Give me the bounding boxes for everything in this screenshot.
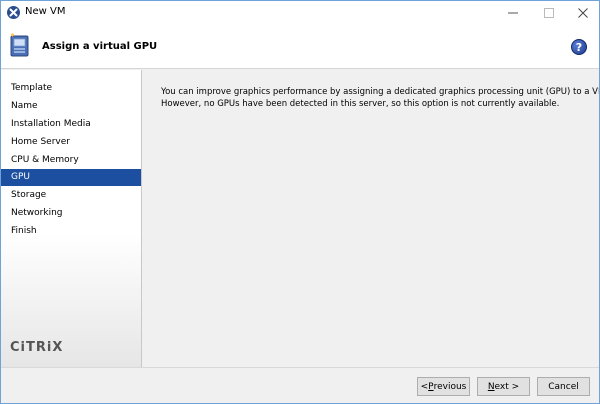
xencenter-app-icon <box>7 6 20 19</box>
title-bar: New VM <box>1 1 599 24</box>
gpu-info-line-2: However, no GPUs have been detected in t… <box>161 99 560 109</box>
maximize-icon <box>544 7 554 18</box>
next-button-label: ext > <box>494 381 520 392</box>
previous-button-prefix: < <box>420 381 429 392</box>
cancel-button[interactable]: Cancel <box>537 377 590 396</box>
next-button-accesskey: N <box>487 381 495 392</box>
sidebar-item-template[interactable]: Template <box>1 80 141 97</box>
previous-button[interactable]: < Previous <box>417 377 470 396</box>
wizard-header: Assign a virtual GPU ? <box>1 24 599 69</box>
next-button[interactable]: Next > <box>477 377 530 396</box>
window-title: New VM <box>25 6 66 17</box>
sidebar-item-home-server[interactable]: Home Server <box>1 134 141 151</box>
gpu-info-line-1: You can improve graphics performance by … <box>161 87 600 97</box>
close-icon <box>578 7 588 18</box>
close-button[interactable] <box>567 1 599 24</box>
help-icon[interactable]: ? <box>571 39 587 55</box>
sidebar-item-finish[interactable]: Finish <box>1 223 141 240</box>
citrix-logo: CiTRiX <box>10 340 64 355</box>
sidebar-item-installation-media[interactable]: Installation Media <box>1 116 141 133</box>
gpu-info-message: You can improve graphics performance by … <box>161 86 600 110</box>
wizard-footer: < Previous Next > Cancel <box>1 367 599 403</box>
maximize-button[interactable] <box>533 1 565 24</box>
sidebar-item-gpu[interactable]: GPU <box>1 169 141 186</box>
minimize-button[interactable] <box>497 1 529 24</box>
minimize-icon <box>508 12 518 13</box>
new-vm-window: New VM Assign a virtual GPU ? Template N… <box>0 0 600 404</box>
sidebar-item-storage[interactable]: Storage <box>1 187 141 204</box>
page-title: Assign a virtual GPU <box>42 41 158 52</box>
wizard-steps-sidebar: Template Name Installation Media Home Se… <box>1 70 142 367</box>
wizard-content: You can improve graphics performance by … <box>143 70 599 367</box>
sidebar-item-networking[interactable]: Networking <box>1 205 141 222</box>
new-vm-wizard-icon <box>8 33 30 57</box>
sidebar-item-cpu-memory[interactable]: CPU & Memory <box>1 152 141 169</box>
previous-button-label: revious <box>433 381 467 392</box>
sidebar-item-name[interactable]: Name <box>1 98 141 115</box>
